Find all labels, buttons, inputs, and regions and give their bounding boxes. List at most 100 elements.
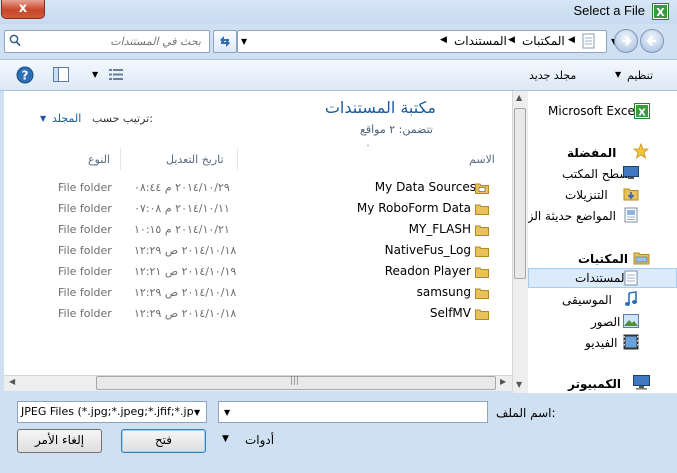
nav-item-pictures[interactable]: الصور [591,315,620,329]
table-row[interactable]: My Data Sources ٢٠١٤/١٠/٢٩ م ٠٨:٤٤ File … [4,178,512,198]
crumb-separator-icon[interactable]: ◀ [568,35,575,45]
table-row[interactable]: NativeFus_Log ٢٠١٤/١٠/١٨ ص ١٢:٢٩ File fo… [4,241,512,261]
file-date: ٢٠١٤/١٠/١٨ ص ١٢:٢٩ [134,244,237,257]
nav-item-recent-places[interactable]: المواضع حديثة الزيارة [528,209,616,223]
file-name[interactable]: My RoboForm Data [357,201,471,215]
downloads-folder-icon [623,188,639,201]
file-type-filter[interactable]: JPEG Files (*.jpg;*.jpeg;*.jfif;*.jp [17,401,207,423]
refresh-icon [220,36,230,47]
folder-icon [475,309,489,320]
file-name[interactable]: My Data Sources [375,180,476,194]
scroll-right-icon[interactable]: ▶ [500,377,506,386]
column-name[interactable]: الاسم [469,153,495,166]
file-name[interactable]: SelfMV [430,306,471,320]
address-dropdown-icon[interactable]: ▼ [241,37,247,46]
excel-icon: X [652,3,669,20]
folder-icon [475,246,489,257]
file-name[interactable]: Readon Player [385,264,471,278]
library-title: مكتبة المستندات [324,98,436,117]
breadcrumb-documents[interactable]: المستندات [454,34,507,48]
tools-dropdown-icon[interactable]: ▼ [222,434,229,444]
recent-places-icon [624,207,638,223]
file-type: File folder [58,181,112,194]
table-row[interactable]: MY_FLASH ٢٠١٤/١٠/٢١ م ١٠:١٥ File folder [4,220,512,240]
folder-icon [475,288,489,299]
file-date: ٢٠١٤/١٠/٢١ م ١٠:١٥ [134,223,230,236]
back-button[interactable] [640,29,664,53]
arrow-right-icon [622,36,632,46]
libraries-icon [633,252,650,265]
table-row[interactable]: samsung ٢٠١٤/١٠/١٨ ص ١٢:٢٩ File folder [4,283,512,303]
arrow-left-icon [646,36,656,46]
nav-group-favorites[interactable]: المفضلة [567,146,616,160]
grip-icon: ||| [290,376,300,386]
column-type[interactable]: النوع [88,153,110,166]
computer-icon [633,375,650,390]
open-button[interactable]: فتح [121,429,206,453]
videos-icon [623,334,639,350]
nav-item-desktop[interactable]: سطح المكتب [562,167,629,181]
file-name[interactable]: MY_FLASH [409,222,471,236]
crumb-separator-icon[interactable]: ◀ [440,35,447,45]
search-input[interactable] [5,31,209,52]
preview-pane-icon[interactable] [53,67,69,82]
filter-dropdown-icon[interactable]: ▼ [194,408,200,417]
folder-icon [475,225,489,236]
nav-item-videos[interactable]: الفيديو [585,336,618,350]
pictures-icon [623,314,639,328]
forward-button[interactable] [614,29,638,53]
arrange-by-value[interactable]: المجلد [52,112,81,125]
cancel-button[interactable]: إلغاء الأمر [17,429,102,453]
file-type-filter-value: JPEG Files (*.jpg;*.jpeg;*.jfif;*.jp [21,405,194,418]
nav-group-libraries[interactable]: المكتبات [578,252,628,266]
file-date: ٢٠١٤/١٠/١٨ ص ١٢:٢٩ [134,307,237,320]
refresh-button[interactable] [213,30,237,53]
breadcrumb-libraries[interactable]: المكتبات [522,34,565,48]
nav-item-music[interactable]: الموسيقى [562,293,612,307]
nav-item-excel[interactable]: Microsoft Excel [548,104,638,118]
window-title: Select a File [573,3,645,18]
nav-group-computer[interactable]: الكمبيوتر [568,377,621,391]
table-row[interactable]: My RoboForm Data ٢٠١٤/١٠/١١ م ٠٧:٠٨ File… [4,199,512,219]
star-icon [633,143,649,159]
file-type: File folder [58,244,112,257]
scroll-down-icon[interactable]: ▼ [516,380,522,389]
library-includes[interactable]: تتضمن: ٢ مواقع [360,123,433,136]
arrange-dropdown-icon[interactable]: ▼ [40,114,46,123]
search-box[interactable] [4,30,210,53]
filename-dropdown-icon[interactable]: ▼ [224,408,230,417]
file-type: File folder [58,265,112,278]
organize-dropdown-icon[interactable]: ▼ [615,70,621,79]
nav-item-downloads[interactable]: التنزيلات [565,188,608,202]
file-type: File folder [58,223,112,236]
crumb-separator-icon[interactable]: ◀ [508,35,515,45]
scroll-left-icon[interactable]: ◀ [9,377,15,386]
arrange-by-label: ترتيب حسب: [92,112,153,125]
svg-text:?: ? [22,69,29,83]
file-date: ٢٠١٤/١٠/٢٩ م ٠٨:٤٤ [134,181,230,194]
new-folder-button[interactable]: مجلد جديد [529,69,576,82]
excel-icon: X [634,103,650,119]
organize-button[interactable]: تنظيم [627,69,653,82]
scroll-up-icon[interactable]: ▲ [516,93,522,102]
nav-item-documents[interactable]: المستندات [575,271,628,285]
tools-button[interactable]: أدوات [245,433,274,447]
help-icon[interactable]: ? [16,66,34,84]
table-row[interactable]: Readon Player ٢٠١٤/١٠/١٩ ص ١٢:٢١ File fo… [4,262,512,282]
filename-input[interactable] [218,401,488,423]
file-date: ٢٠١٤/١٠/١١ م ٠٧:٠٨ [134,202,230,215]
file-type: File folder [58,286,112,299]
views-icon[interactable] [109,68,123,81]
close-button[interactable]: x [1,0,45,19]
sort-arrow-icon: ˄ [366,144,370,153]
file-name[interactable]: NativeFus_Log [385,243,471,257]
table-row[interactable]: SelfMV ٢٠١٤/١٠/١٨ ص ١٢:٢٩ File folder [4,304,512,324]
file-name[interactable]: samsung [417,285,471,299]
views-dropdown-icon[interactable]: ▼ [92,70,98,79]
desktop-icon [623,166,639,179]
music-icon [625,291,637,306]
file-date: ٢٠١٤/١٠/١٩ ص ١٢:٢١ [134,265,237,278]
scrollbar-thumb[interactable] [514,108,526,279]
file-type: File folder [58,307,112,320]
column-date-modified[interactable]: تاريخ التعديل [166,153,224,166]
